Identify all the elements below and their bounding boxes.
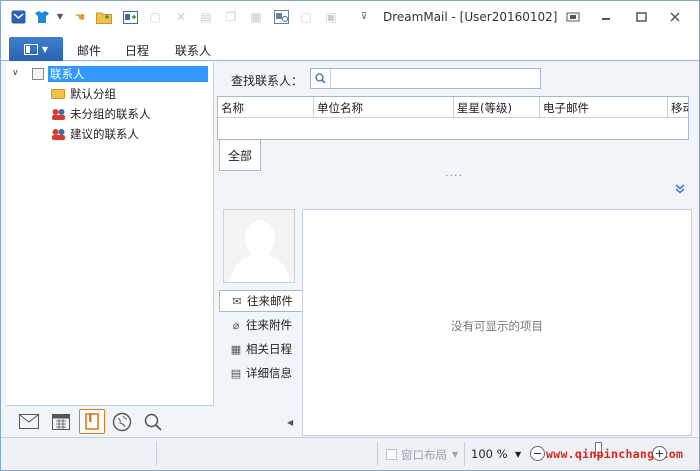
- tab-contacts[interactable]: 联系人: [175, 42, 211, 59]
- menu-dropdown-icon: ▼: [41, 44, 49, 54]
- tab-label: 详细信息: [246, 366, 292, 380]
- restore-layout-icon[interactable]: [563, 8, 583, 26]
- tree-item-label: 默认分组: [70, 87, 116, 101]
- paperclip-icon: ⌀: [232, 318, 240, 332]
- contact-photo-placeholder[interactable]: [223, 209, 295, 283]
- tab-label: 相关日程: [246, 342, 292, 356]
- paste-icon[interactable]: ▦: [248, 9, 264, 25]
- close-icon[interactable]: [665, 8, 685, 26]
- tab-calendar[interactable]: 日程: [125, 42, 149, 59]
- title-bar: ▼ ☚ ▢ ✕ ▤ ❐ ▦ ▢ ▣ ⊽ DreamMail - [User201…: [1, 1, 699, 35]
- tree-item-label: 未分组的联系人: [70, 107, 151, 121]
- avatar-body-shape: [230, 254, 290, 282]
- tree-expand-icon[interactable]: ∨: [12, 68, 19, 78]
- column-header-name[interactable]: 名称: [218, 97, 314, 118]
- status-bar: 窗口布局 ▼ 100 % ▼ − www.qinpinchang.com +: [1, 437, 699, 470]
- collapse-left-icon[interactable]: ◀: [287, 418, 293, 427]
- app-window: ▼ ☚ ▢ ✕ ▤ ❐ ▦ ▢ ▣ ⊽ DreamMail - [User201…: [0, 0, 700, 471]
- splitter-grip[interactable]: ....: [445, 166, 463, 179]
- tab-label: 往来邮件: [247, 294, 293, 308]
- column-header-stars[interactable]: 星星(等级): [454, 97, 540, 118]
- tab-mail[interactable]: 邮件: [77, 42, 101, 59]
- zoom-level: 100 %: [471, 447, 508, 461]
- zoom-out-icon[interactable]: −: [530, 446, 545, 461]
- copy-icon[interactable]: ❐: [223, 9, 239, 25]
- tree-item-label: 联系人: [48, 66, 208, 82]
- search-box: [310, 68, 541, 89]
- expand-down-icon[interactable]: [675, 183, 685, 197]
- table-header: 名称 单位名称 星星(等级) 电子邮件 移动: [218, 97, 688, 118]
- layout-dropdown-icon[interactable]: ▼: [452, 450, 458, 459]
- status-separator: [377, 442, 378, 466]
- detail-panel: 没有可显示的项目: [302, 209, 692, 436]
- save-icon[interactable]: ▤: [198, 9, 214, 25]
- delete-icon[interactable]: ✕: [173, 9, 189, 25]
- group-icon: [50, 107, 66, 121]
- avatar-head-shape: [245, 220, 275, 256]
- column-header-company[interactable]: 单位名称: [314, 97, 454, 118]
- nav-search-icon[interactable]: [140, 409, 166, 434]
- column-header-email[interactable]: 电子邮件: [540, 97, 668, 118]
- tab-related-attachments[interactable]: ⌀ 往来附件: [219, 314, 301, 336]
- nav-contacts-icon[interactable]: [79, 409, 105, 434]
- maximize-icon[interactable]: [631, 8, 651, 26]
- address-book-icon: [30, 67, 46, 81]
- nav-mail-icon[interactable]: [16, 409, 42, 434]
- shirt-icon[interactable]: [34, 9, 50, 25]
- status-separator: [464, 442, 465, 466]
- nav-calendar-icon[interactable]: [48, 409, 74, 434]
- group-icon: [50, 127, 66, 141]
- tab-related-schedule[interactable]: ▦ 相关日程: [219, 338, 301, 360]
- module-nav-bar: [6, 405, 214, 436]
- window-layout-checkbox[interactable]: [386, 449, 397, 460]
- zoom-dropdown-icon[interactable]: ▼: [515, 450, 521, 459]
- clipboard-icon[interactable]: ▣: [323, 9, 339, 25]
- add-contact-icon[interactable]: [122, 9, 138, 25]
- tab-details[interactable]: ▤ 详细信息: [219, 362, 301, 384]
- app-menu-button[interactable]: ▼: [9, 37, 63, 61]
- mail-icon: ✉: [232, 294, 242, 308]
- dropdown-icon[interactable]: ▼: [55, 9, 65, 25]
- contacts-table: 名称 单位名称 星星(等级) 电子邮件 移动: [217, 96, 689, 140]
- column-header-mobile[interactable]: 移动: [668, 97, 688, 118]
- folder-icon[interactable]: [96, 9, 112, 25]
- search-input[interactable]: [332, 69, 540, 88]
- contacts-tree-pane: ∨ 联系人 默认分组 未分组的联系人 建议的联系人: [6, 62, 214, 436]
- tree-item-default-group[interactable]: 默认分组: [50, 85, 118, 103]
- contacts-main-pane: 查找联系人： 名称 单位名称 星星(等级) 电子邮件 移动 全部 ....: [215, 62, 694, 436]
- search-icon[interactable]: [311, 69, 331, 88]
- empty-message: 没有可显示的项目: [451, 319, 543, 333]
- window-title: DreamMail - [User20160102]: [383, 10, 558, 24]
- tree-item-suggested[interactable]: 建议的联系人: [50, 125, 141, 143]
- status-separator: [156, 442, 157, 466]
- tab-related-mail[interactable]: ✉ 往来邮件: [219, 290, 303, 312]
- tree-item-contacts[interactable]: 联系人: [30, 65, 208, 83]
- search-label: 查找联系人：: [231, 74, 304, 88]
- window-layout-label: 窗口布局: [401, 448, 447, 462]
- contact-card-icon[interactable]: [273, 9, 289, 25]
- minimize-icon[interactable]: [596, 8, 616, 26]
- tree-item-ungrouped[interactable]: 未分组的联系人: [50, 105, 153, 123]
- doc-icon[interactable]: ▢: [147, 9, 163, 25]
- tree-item-label: 建议的联系人: [70, 127, 139, 141]
- blank-doc-icon[interactable]: ▢: [298, 9, 314, 25]
- filter-tab-all[interactable]: 全部: [219, 140, 261, 171]
- ribbon-tabs: ▼ 邮件 日程 联系人: [1, 35, 699, 61]
- zoom-in-icon[interactable]: +: [652, 446, 667, 461]
- card-icon: ▤: [230, 366, 242, 380]
- nav-globe-icon[interactable]: [109, 409, 135, 434]
- app-mail-icon[interactable]: [10, 9, 26, 25]
- customize-icon[interactable]: ⊽: [356, 9, 372, 25]
- tab-label: 往来附件: [246, 318, 292, 332]
- hand-icon[interactable]: ☚: [72, 9, 88, 25]
- folder-icon: [50, 87, 66, 101]
- calendar-icon: ▦: [230, 342, 242, 356]
